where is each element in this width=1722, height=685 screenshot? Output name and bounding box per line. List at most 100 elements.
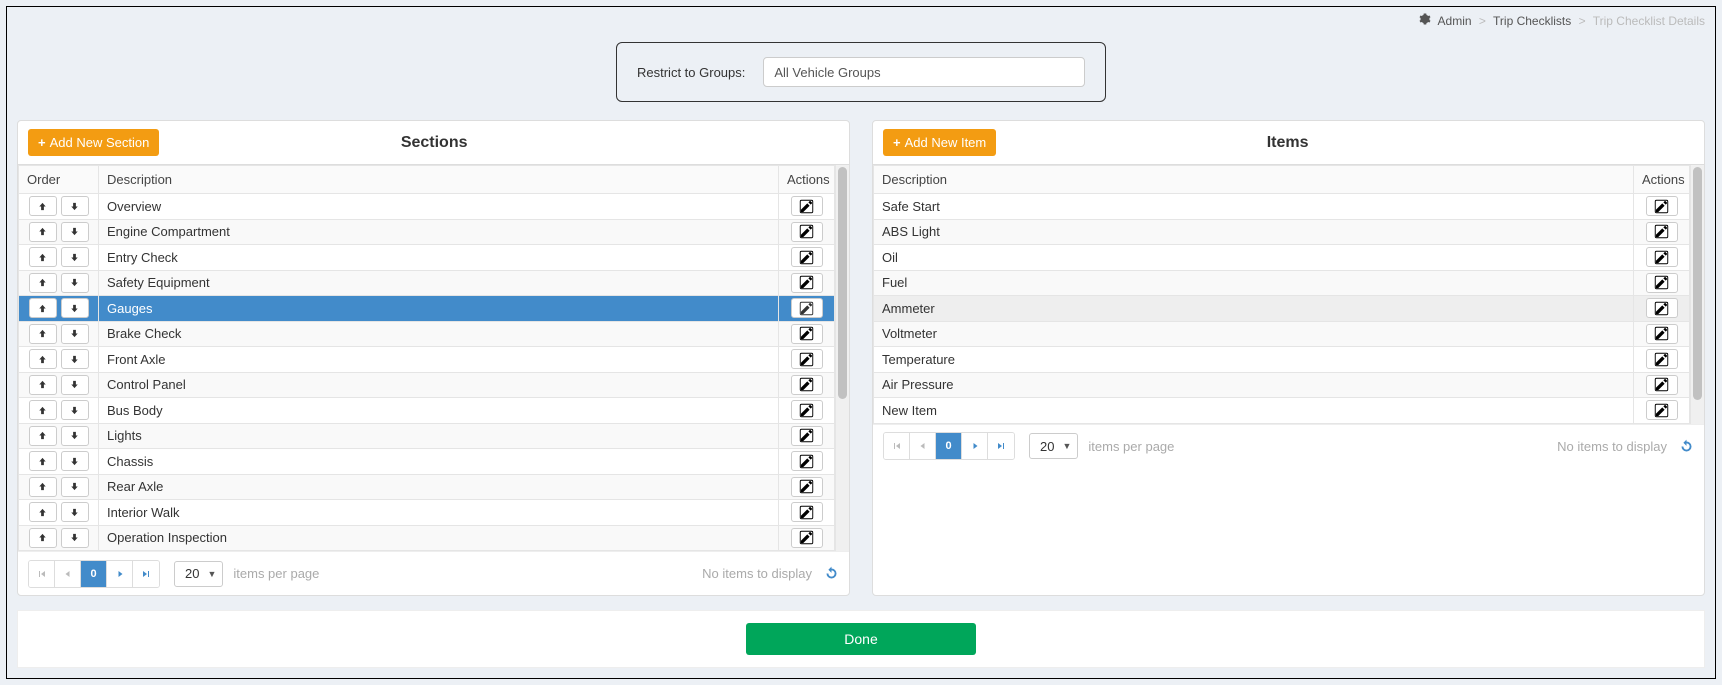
edit-button[interactable] xyxy=(1646,196,1678,216)
table-row[interactable]: Entry Check xyxy=(19,245,835,271)
edit-button[interactable] xyxy=(1646,324,1678,344)
move-down-button[interactable] xyxy=(61,451,89,471)
edit-button[interactable] xyxy=(791,502,823,522)
pager-current[interactable]: 0 xyxy=(81,561,107,587)
table-row[interactable]: Safe Start xyxy=(874,194,1690,220)
move-down-button[interactable] xyxy=(61,528,89,548)
edit-button[interactable] xyxy=(791,196,823,216)
move-up-button[interactable] xyxy=(29,426,57,446)
add-new-section-button[interactable]: + Add New Section xyxy=(28,129,159,156)
table-row[interactable]: Overview xyxy=(19,194,835,220)
move-up-button[interactable] xyxy=(29,375,57,395)
pager-prev[interactable] xyxy=(910,433,936,459)
restrict-groups-select[interactable]: All Vehicle Groups xyxy=(763,57,1085,87)
table-row[interactable]: Fuel xyxy=(874,270,1690,296)
move-down-button[interactable] xyxy=(61,502,89,522)
move-down-button[interactable] xyxy=(61,273,89,293)
table-row[interactable]: Operation Inspection xyxy=(19,525,835,551)
table-row[interactable]: Ammeter xyxy=(874,296,1690,322)
add-new-item-button[interactable]: + Add New Item xyxy=(883,129,996,156)
pager-first[interactable] xyxy=(29,561,55,587)
move-up-button[interactable] xyxy=(29,477,57,497)
move-down-button[interactable] xyxy=(61,247,89,267)
edit-button[interactable] xyxy=(791,451,823,471)
edit-button[interactable] xyxy=(791,349,823,369)
table-row[interactable]: Lights xyxy=(19,423,835,449)
move-down-button[interactable] xyxy=(61,375,89,395)
edit-button[interactable] xyxy=(791,400,823,420)
pager-next[interactable] xyxy=(962,433,988,459)
table-row[interactable]: Engine Compartment xyxy=(19,219,835,245)
edit-button[interactable] xyxy=(791,273,823,293)
edit-button[interactable] xyxy=(1646,222,1678,242)
pager-prev[interactable] xyxy=(55,561,81,587)
move-down-button[interactable] xyxy=(61,222,89,242)
edit-button[interactable] xyxy=(1646,349,1678,369)
table-row[interactable]: Air Pressure xyxy=(874,372,1690,398)
table-row[interactable]: Brake Check xyxy=(19,321,835,347)
section-description: Front Axle xyxy=(99,347,779,373)
move-up-button[interactable] xyxy=(29,324,57,344)
table-row[interactable]: Oil xyxy=(874,245,1690,271)
edit-button[interactable] xyxy=(1646,273,1678,293)
item-description: Voltmeter xyxy=(874,321,1634,347)
edit-button[interactable] xyxy=(1646,298,1678,318)
move-up-button[interactable] xyxy=(29,528,57,548)
breadcrumb-trip-checklists[interactable]: Trip Checklists xyxy=(1493,14,1571,28)
move-down-button[interactable] xyxy=(61,298,89,318)
edit-button[interactable] xyxy=(1646,247,1678,267)
edit-button[interactable] xyxy=(791,324,823,344)
table-row[interactable]: Safety Equipment xyxy=(19,270,835,296)
table-row[interactable]: Interior Walk xyxy=(19,500,835,526)
edit-button[interactable] xyxy=(1646,400,1678,420)
page-size-select[interactable]: 20 ▼ xyxy=(174,561,223,587)
table-row[interactable]: Control Panel xyxy=(19,372,835,398)
move-up-button[interactable] xyxy=(29,400,57,420)
section-description: Lights xyxy=(99,423,779,449)
pager-last[interactable] xyxy=(133,561,159,587)
move-down-button[interactable] xyxy=(61,477,89,497)
move-up-button[interactable] xyxy=(29,298,57,318)
pager-last[interactable] xyxy=(988,433,1014,459)
move-up-button[interactable] xyxy=(29,196,57,216)
page-size-select[interactable]: 20 ▼ xyxy=(1029,433,1078,459)
move-down-button[interactable] xyxy=(61,324,89,344)
move-up-button[interactable] xyxy=(29,273,57,293)
refresh-icon[interactable] xyxy=(1679,439,1694,454)
table-row[interactable]: Gauges xyxy=(19,296,835,322)
caret-down-icon: ▼ xyxy=(1062,441,1071,451)
move-up-button[interactable] xyxy=(29,451,57,471)
edit-button[interactable] xyxy=(791,247,823,267)
edit-button[interactable] xyxy=(791,477,823,497)
done-button[interactable]: Done xyxy=(746,623,976,655)
edit-button[interactable] xyxy=(791,528,823,548)
move-up-button[interactable] xyxy=(29,247,57,267)
table-row[interactable]: Chassis xyxy=(19,449,835,475)
edit-button[interactable] xyxy=(791,426,823,446)
table-row[interactable]: New Item xyxy=(874,398,1690,424)
pager-next[interactable] xyxy=(107,561,133,587)
sections-scrollbar[interactable] xyxy=(835,165,849,551)
table-row[interactable]: Voltmeter xyxy=(874,321,1690,347)
table-row[interactable]: Rear Axle xyxy=(19,474,835,500)
move-down-button[interactable] xyxy=(61,196,89,216)
refresh-icon[interactable] xyxy=(824,566,839,581)
move-down-button[interactable] xyxy=(61,426,89,446)
table-row[interactable]: Bus Body xyxy=(19,398,835,424)
edit-button[interactable] xyxy=(1646,375,1678,395)
move-up-button[interactable] xyxy=(29,222,57,242)
edit-button[interactable] xyxy=(791,298,823,318)
table-row[interactable]: Front Axle xyxy=(19,347,835,373)
items-scrollbar[interactable] xyxy=(1690,165,1704,424)
edit-button[interactable] xyxy=(791,375,823,395)
edit-button[interactable] xyxy=(791,222,823,242)
move-down-button[interactable] xyxy=(61,400,89,420)
move-up-button[interactable] xyxy=(29,502,57,522)
table-row[interactable]: ABS Light xyxy=(874,219,1690,245)
move-down-button[interactable] xyxy=(61,349,89,369)
pager-first[interactable] xyxy=(884,433,910,459)
move-up-button[interactable] xyxy=(29,349,57,369)
breadcrumb-admin[interactable]: Admin xyxy=(1438,14,1472,28)
table-row[interactable]: Temperature xyxy=(874,347,1690,373)
pager-current[interactable]: 0 xyxy=(936,433,962,459)
